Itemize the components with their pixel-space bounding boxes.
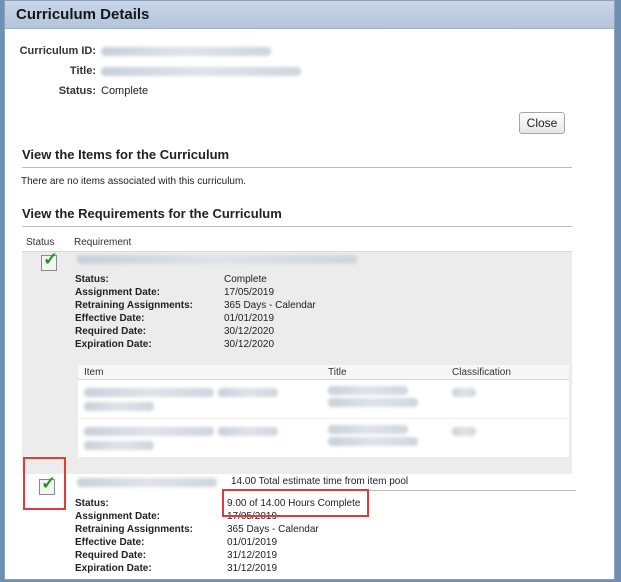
title-column-header: Title [328,367,347,378]
item-redacted [84,441,154,450]
requirement-details: Status: Complete Assignment Date: 17/05/20… [75,273,316,351]
curriculum-id-label: Curriculum ID: [19,45,96,57]
curriculum-id-redacted [101,46,271,56]
item-column-header: Item [84,367,104,378]
detail-value: 17/05/2019 [224,287,275,298]
detail-value: 30/12/2020 [224,326,275,337]
item-redacted [218,427,278,436]
detail-label: Status: [75,498,109,509]
highlight-box-checkmark [23,457,66,510]
title-label: Title: [69,65,96,77]
curriculum-details-dialog: Curriculum Details Curriculum ID: Title:… [4,0,615,580]
detail-label: Effective Date: [75,537,145,548]
table-row [78,380,569,419]
requirement-items-table: Item Title Classification [78,365,569,458]
status-row: Status: Complete [5,81,305,101]
table-row [78,419,569,458]
title-row: Title: [5,61,305,81]
dialog-title: Curriculum Details [16,6,150,23]
detail-label: Status: [75,274,109,285]
detail-value: 31/12/2019 [227,550,278,561]
detail-label: Effective Date: [75,313,145,324]
detail-label: Retraining Assignments: [75,524,193,535]
title-redacted [328,425,408,434]
status-value: Complete [101,85,149,97]
checkmark-icon: ✓ [41,249,59,271]
curriculum-id-row: Curriculum ID: [5,41,305,61]
detail-value: 365 Days - Calendar [224,300,316,311]
detail-value: Complete [224,274,267,285]
classification-redacted [452,388,476,397]
item-redacted [84,402,154,411]
requirement-name-redacted [77,255,357,264]
item-redacted [84,427,214,436]
detail-label: Required Date: [75,550,147,561]
item-redacted [218,388,278,397]
curriculum-fields: Curriculum ID: Title: Status: Complete [5,41,305,101]
detail-label: Assignment Date: [75,287,161,298]
classification-column-header: Classification [452,367,511,378]
detail-value: 01/01/2019 [227,537,278,548]
item-redacted [84,388,214,397]
classification-redacted [452,427,476,436]
status-label: Status: [58,85,96,97]
detail-value: 31/12/2019 [227,563,278,574]
title-redacted [328,398,418,407]
requirements-header: Status Requirement [22,235,572,252]
title-redacted [328,386,408,395]
status-column-header: Status [26,237,55,248]
detail-label: Expiration Date: [75,339,152,350]
detail-value: 30/12/2020 [224,339,275,350]
detail-value: 01/01/2019 [224,313,275,324]
items-section-title: View the Items for the Curriculum [22,147,572,168]
detail-label: Required Date: [75,326,147,337]
highlight-box-status [222,489,369,517]
no-items-message: There are no items associated with this … [21,176,247,187]
title-redacted [101,66,301,76]
title-redacted [328,437,418,446]
requirement-column-header: Requirement [74,237,132,248]
detail-label: Assignment Date: [75,511,161,522]
detail-value: 365 Days - Calendar [227,524,319,535]
requirement-row: ✓ Status: Complete Assignment Date: 17/05/… [22,249,572,474]
close-button[interactable]: Close [519,112,565,134]
requirement-name-redacted [77,478,217,487]
requirements-section-title: View the Requirements for the Curriculum [22,206,572,227]
detail-label: Expiration Date: [75,563,152,574]
items-table-header: Item Title Classification [78,365,569,380]
detail-label: Retraining Assignments: [75,300,193,311]
dialog-titlebar: Curriculum Details [5,1,614,29]
